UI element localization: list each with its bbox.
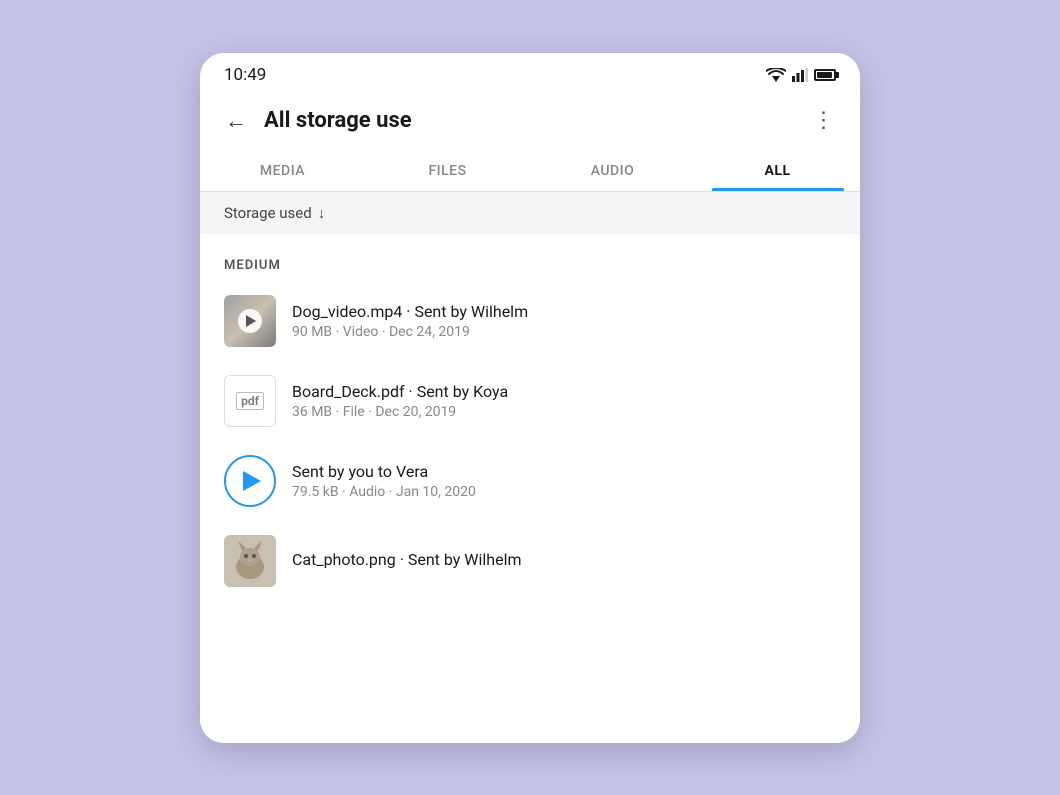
pdf-label: pdf: [236, 392, 264, 410]
overflow-menu-button[interactable]: ⋮: [804, 101, 844, 141]
list-item[interactable]: Cat_photo.png · Sent by Wilhelm: [216, 521, 844, 601]
section-header: MEDIUM: [200, 234, 860, 281]
file-thumbnail: [224, 535, 276, 587]
tab-files[interactable]: FILES: [365, 149, 530, 191]
file-thumbnail: [224, 295, 276, 347]
back-button[interactable]: ←: [216, 101, 256, 141]
cat-image: [224, 535, 276, 587]
file-name: Sent by you to Vera: [292, 462, 836, 481]
sort-arrow-icon: ↓: [318, 204, 326, 222]
list-item[interactable]: Sent by you to Vera 79.5 kB · Audio · Ja…: [216, 441, 844, 521]
file-info: Dog_video.mp4 · Sent by Wilhelm 90 MB · …: [292, 302, 836, 340]
back-arrow-icon: ←: [225, 108, 247, 134]
file-thumbnail: pdf: [224, 375, 276, 427]
status-icons: [766, 68, 836, 82]
file-name: Cat_photo.png · Sent by Wilhelm: [292, 550, 836, 569]
file-meta: 79.5 kB · Audio · Jan 10, 2020: [292, 484, 836, 500]
tab-media[interactable]: MEDIA: [200, 149, 365, 191]
tabs-bar: MEDIA FILES AUDIO ALL: [200, 149, 860, 192]
battery-icon: [814, 69, 836, 81]
more-icon: ⋮: [813, 108, 836, 133]
audio-play-icon: [243, 471, 261, 491]
file-name: Dog_video.mp4 · Sent by Wilhelm: [292, 302, 836, 321]
tab-all[interactable]: ALL: [695, 149, 860, 191]
file-info: Sent by you to Vera 79.5 kB · Audio · Ja…: [292, 462, 836, 500]
list-item[interactable]: Dog_video.mp4 · Sent by Wilhelm 90 MB · …: [216, 281, 844, 361]
play-icon: [246, 315, 256, 327]
section-title: MEDIUM: [224, 258, 281, 273]
wifi-icon: [766, 68, 786, 82]
content-area: MEDIUM Dog_video.mp4 · Sent by Wilhelm 9…: [200, 234, 860, 743]
file-info: Cat_photo.png · Sent by Wilhelm: [292, 550, 836, 572]
status-time: 10:49: [224, 65, 266, 85]
app-title: All storage use: [264, 108, 804, 133]
file-meta: 36 MB · File · Dec 20, 2019: [292, 404, 836, 420]
phone-frame: 10:49 ← All storage use: [200, 53, 860, 743]
tab-audio[interactable]: AUDIO: [530, 149, 695, 191]
app-bar: ← All storage use ⋮: [200, 93, 860, 149]
file-info: Board_Deck.pdf · Sent by Koya 36 MB · Fi…: [292, 382, 836, 420]
file-meta: 90 MB · Video · Dec 24, 2019: [292, 324, 836, 340]
audio-thumbnail: [224, 455, 276, 507]
signal-icon: [792, 68, 808, 82]
file-name: Board_Deck.pdf · Sent by Koya: [292, 382, 836, 401]
status-bar: 10:49: [200, 53, 860, 93]
file-list: Dog_video.mp4 · Sent by Wilhelm 90 MB · …: [200, 281, 860, 601]
list-item[interactable]: pdf Board_Deck.pdf · Sent by Koya 36 MB …: [216, 361, 844, 441]
sort-bar[interactable]: Storage used ↓: [200, 192, 860, 234]
sort-label: Storage used: [224, 204, 312, 222]
